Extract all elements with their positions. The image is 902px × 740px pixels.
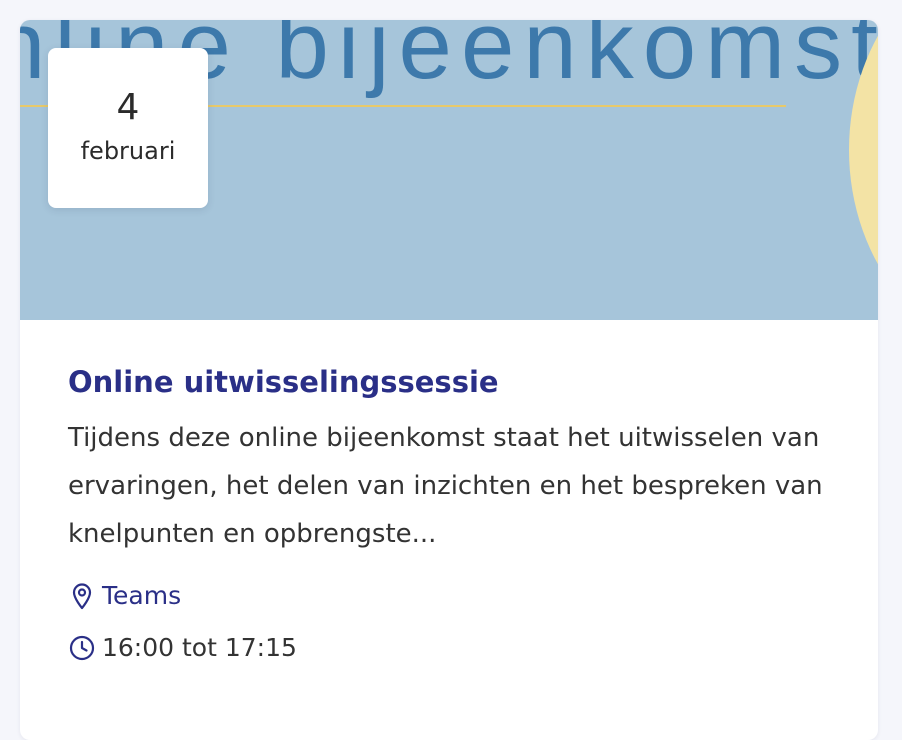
event-time-text: 16:00 tot 17:15	[102, 633, 297, 662]
event-card[interactable]: nline bijeenkomst 4 februari Online uitw…	[20, 20, 878, 740]
clock-icon	[68, 634, 96, 662]
event-location-link[interactable]: Teams	[102, 580, 181, 612]
event-description: Tijdens deze online bijeenkomst staat he…	[68, 423, 823, 549]
event-location: Teams	[68, 576, 830, 616]
event-banner-image: nline bijeenkomst 4 februari	[20, 20, 878, 320]
event-time: 16:00 tot 17:15	[68, 628, 830, 668]
event-content: Online uitwisselingssessie Tijdens deze …	[20, 320, 878, 668]
event-title[interactable]: Online uitwisselingssessie	[68, 364, 830, 400]
date-badge: 4 februari	[48, 48, 208, 208]
map-pin-icon	[68, 582, 96, 610]
date-day: 4	[116, 87, 140, 128]
date-month: februari	[80, 137, 176, 165]
